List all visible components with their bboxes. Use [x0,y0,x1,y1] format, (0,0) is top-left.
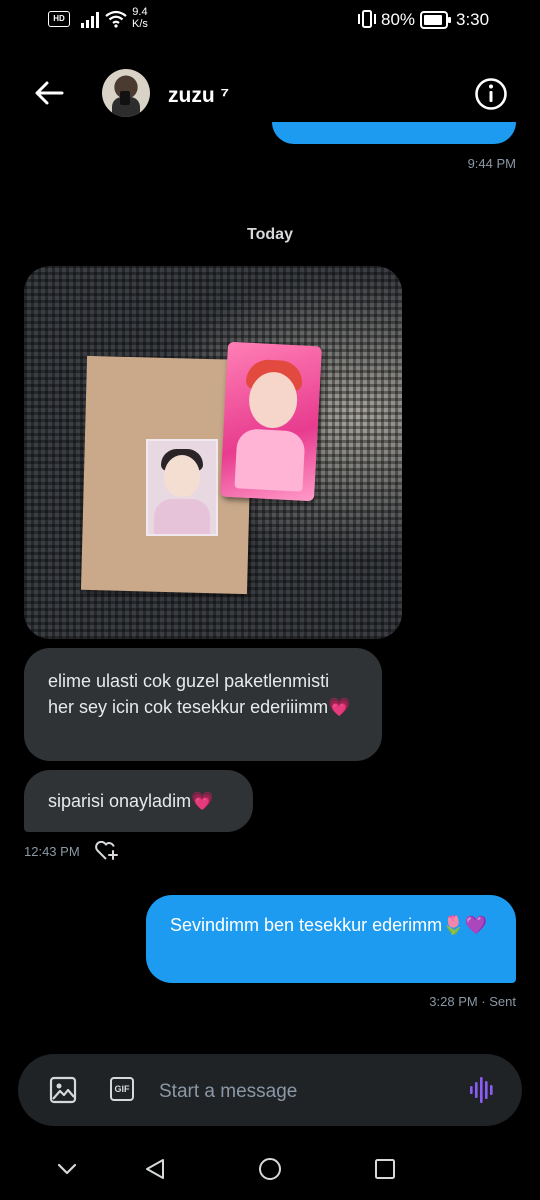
nav-back-icon[interactable] [143,1157,167,1181]
incoming-message-bubble[interactable]: elime ulasti cok guzel paketlenmisti her… [24,648,382,761]
message-input[interactable] [159,1078,449,1106]
incoming-message-bubble[interactable]: siparisi onayladim💗 [24,770,253,832]
wifi-icon [105,10,127,28]
battery-percent: 80% [381,10,416,29]
photocard-pink [220,341,322,502]
previous-outgoing-bubble[interactable] [272,122,516,144]
nav-home-icon[interactable] [258,1157,282,1181]
voice-message-icon[interactable] [468,1074,498,1106]
status-bar: HD 9.4 K/s 80% 3:30 [0,0,540,40]
nav-hide-keyboard-icon[interactable] [56,1158,78,1180]
conversation-title[interactable]: zuzu ⁷ [168,84,229,108]
signal-icon [81,12,99,28]
hd-badge: HD [48,11,70,27]
day-divider: Today [247,226,293,243]
username: zuzu [168,84,215,107]
add-reaction-icon[interactable] [94,838,120,862]
avatar[interactable] [102,69,150,117]
image-icon[interactable] [49,1076,77,1104]
battery-icon [420,11,451,29]
outgoing-message-bubble[interactable]: Sevindimm ben tesekkur ederimm🌷💜 [146,895,516,983]
nav-recents-icon[interactable] [374,1158,396,1180]
message-status: 3:28 PM · Sent [429,994,516,1009]
clock: 3:30 [456,10,490,29]
back-arrow-icon[interactable] [34,80,64,106]
username-suffix: ⁷ [220,84,230,107]
vibrate-icon [358,10,376,28]
network-speed: 9.4 K/s [132,6,148,30]
message-timestamp: 9:44 PM [467,156,516,171]
info-icon[interactable] [474,77,508,111]
gif-button[interactable]: GIF [110,1077,134,1101]
photo-message[interactable] [24,266,402,639]
message-timestamp: 12:43 PM [24,844,80,859]
photocard-small [146,439,218,536]
